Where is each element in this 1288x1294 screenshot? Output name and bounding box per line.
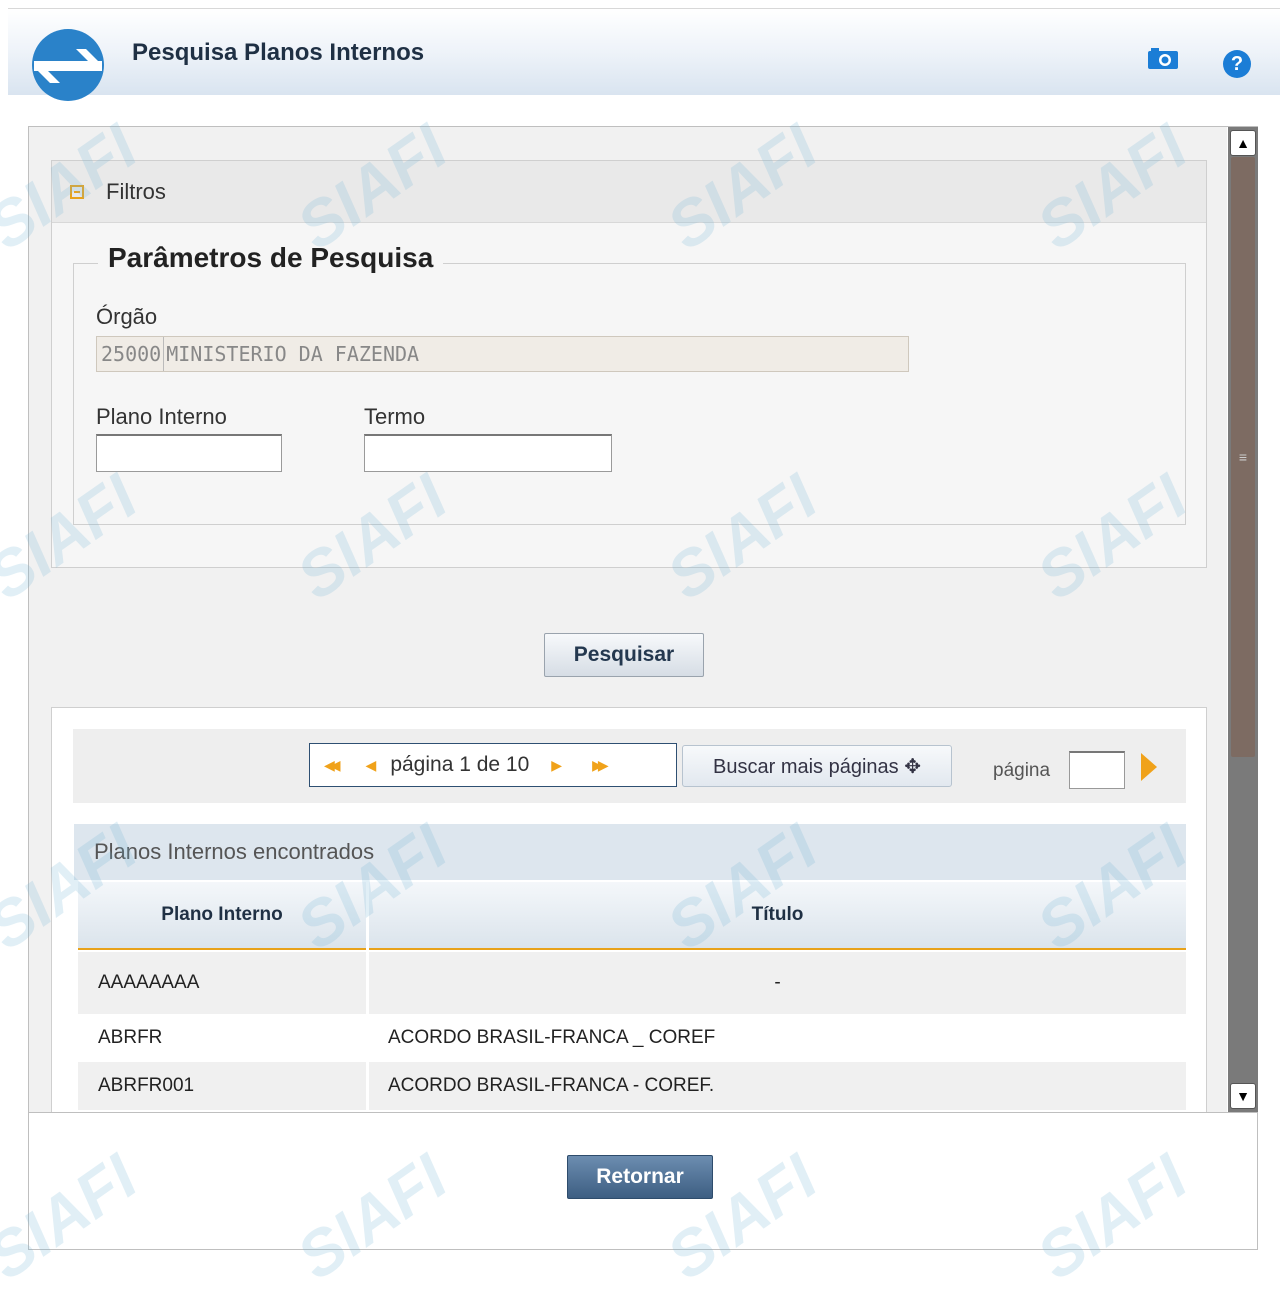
siafi-logo-icon xyxy=(32,29,104,101)
search-parameters-fieldset: Parâmetros de Pesquisa Órgão 25000 MINIS… xyxy=(73,242,1186,525)
scroll-thumb[interactable]: ≡ xyxy=(1231,157,1255,757)
help-icon[interactable]: ? xyxy=(1223,50,1251,78)
vertical-scrollbar[interactable]: ▲ ≡ ▼ xyxy=(1228,127,1258,1112)
pesquisar-button[interactable]: Pesquisar xyxy=(544,633,704,677)
column-header-titulo[interactable]: Título xyxy=(369,882,1186,950)
results-table: Plano Interno Título AAAAAAAA - ABRFR AC… xyxy=(76,882,1186,1112)
plano-interno-input[interactable] xyxy=(96,434,282,472)
retornar-button[interactable]: Retornar xyxy=(567,1155,713,1199)
page-indicator: página 1 de 10 xyxy=(390,753,530,776)
table-row[interactable]: AAAAAAAA - xyxy=(78,952,1186,1014)
orgao-name: MINISTERIO DA FAZENDA xyxy=(166,342,420,366)
orgao-code: 25000 xyxy=(97,337,165,371)
pagination-bar: ◀◀ ◀ página 1 de 10 ▶ ▶▶ Buscar mais pág… xyxy=(73,729,1186,803)
page-title: Pesquisa Planos Internos xyxy=(132,39,425,66)
cell-titulo: ACORDO BRASIL-FRANCA _ COREF xyxy=(388,1027,716,1048)
termo-label: Termo xyxy=(364,404,426,429)
next-page-icon[interactable]: ▶ xyxy=(551,757,562,774)
pagina-input[interactable] xyxy=(1069,751,1125,789)
cell-titulo: - xyxy=(774,972,781,993)
orgao-label: Órgão xyxy=(96,304,158,329)
cell-plano: ABRFR xyxy=(98,1027,163,1048)
cell-plano: AAAAAAAA xyxy=(98,972,200,993)
filtros-panel: Filtros Parâmetros de Pesquisa Órgão 250… xyxy=(51,160,1207,568)
last-page-icon[interactable]: ▶▶ xyxy=(592,757,608,774)
scroll-down-icon[interactable]: ▼ xyxy=(1230,1083,1256,1109)
filtros-toggle[interactable]: Filtros xyxy=(52,161,1206,223)
camera-icon[interactable] xyxy=(1146,47,1180,71)
plano-interno-label: Plano Interno xyxy=(96,404,227,429)
scroll-up-icon[interactable]: ▲ xyxy=(1230,130,1256,156)
page-header: Pesquisa Planos Internos ? xyxy=(8,9,1280,101)
filtros-label: Filtros xyxy=(106,178,166,204)
results-panel: ◀◀ ◀ página 1 de 10 ▶ ▶▶ Buscar mais pág… xyxy=(51,707,1207,1112)
column-separator xyxy=(366,882,369,1112)
pagina-label: página xyxy=(993,760,1051,781)
pager: ◀◀ ◀ página 1 de 10 ▶ ▶▶ xyxy=(309,743,677,787)
table-row[interactable]: ABRFR001 ACORDO BRASIL-FRANCA - COREF. xyxy=(78,1062,1186,1110)
results-title: Planos Internos encontrados xyxy=(74,824,1186,880)
fieldset-legend: Parâmetros de Pesquisa xyxy=(98,242,444,274)
table-row[interactable]: ABRFR ACORDO BRASIL-FRANCA _ COREF xyxy=(78,1014,1186,1062)
cell-titulo: ACORDO BRASIL-FRANCA - COREF. xyxy=(388,1075,715,1096)
footer-actions: Retornar xyxy=(29,1112,1257,1249)
column-header-plano-interno[interactable]: Plano Interno xyxy=(78,882,366,950)
collapse-icon[interactable] xyxy=(70,184,84,199)
first-page-icon[interactable]: ◀◀ xyxy=(324,757,340,774)
go-page-icon[interactable] xyxy=(1141,753,1157,781)
scroll-area: Filtros Parâmetros de Pesquisa Órgão 250… xyxy=(29,127,1227,1112)
buscar-mais-paginas-button[interactable]: Buscar mais páginas ✥ xyxy=(682,745,952,787)
prev-page-icon[interactable]: ◀ xyxy=(366,757,377,774)
cell-plano: ABRFR001 xyxy=(98,1075,195,1096)
orgao-field: 25000 MINISTERIO DA FAZENDA xyxy=(96,336,909,372)
termo-input[interactable] xyxy=(364,434,612,472)
